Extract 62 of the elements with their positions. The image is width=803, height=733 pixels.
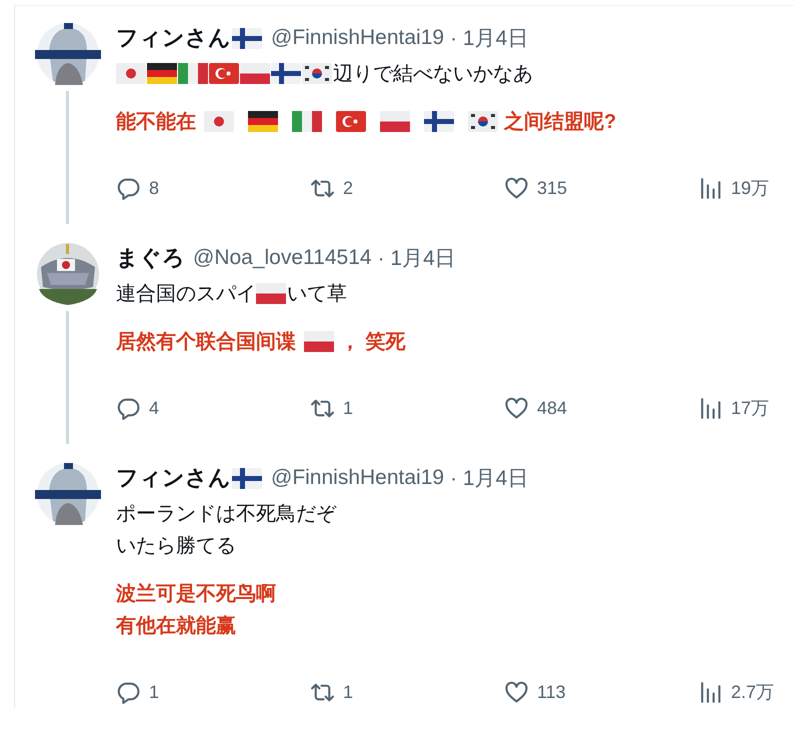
italian-flag-icon <box>292 110 322 132</box>
bar-chart-icon <box>698 176 723 200</box>
post-text: 連合国のスパイ <box>116 282 256 306</box>
views-button[interactable]: 17万 <box>698 392 770 424</box>
polish-flag-icon <box>240 62 270 84</box>
post-date[interactable]: · 1月4日 <box>378 244 456 272</box>
reply-button[interactable]: 1 <box>116 676 160 708</box>
turkish-flag-icon <box>209 62 239 84</box>
avatar[interactable] <box>35 21 101 87</box>
translation-text: 波兰可是不死鸟啊 <box>116 582 276 606</box>
speech-bubble-icon <box>116 176 141 200</box>
bar-chart-icon <box>698 680 723 704</box>
speech-bubble-icon <box>116 396 141 420</box>
german-flag-icon <box>147 62 177 84</box>
user-name[interactable]: まぐろ <box>116 243 185 273</box>
heart-icon <box>504 680 529 704</box>
like-button[interactable]: 484 <box>504 392 568 424</box>
polish-flag-icon <box>304 330 334 352</box>
retweet-button[interactable]: 1 <box>310 392 354 424</box>
reply-button[interactable]: 4 <box>116 392 160 424</box>
translation-text: 有他在就能赢 <box>116 614 236 638</box>
korean-flag-icon <box>468 110 498 132</box>
finnish-flag-icon <box>232 28 262 48</box>
heart-icon <box>504 396 529 420</box>
post-text: いて草 <box>287 282 347 306</box>
reply-button[interactable]: 8 <box>116 172 160 204</box>
views-button[interactable]: 2.7万 <box>698 676 774 708</box>
retweet-button[interactable]: 1 <box>310 676 354 708</box>
bar-chart-icon <box>698 396 723 420</box>
polish-flag-icon <box>380 110 410 132</box>
japanese-flag-icon <box>204 110 234 132</box>
views-button[interactable]: 19万 <box>698 172 770 204</box>
translation-text: ， 笑死 <box>340 330 406 354</box>
like-button[interactable]: 113 <box>504 676 566 708</box>
german-flag-icon <box>248 110 278 132</box>
user-handle[interactable]: @FinnishHentai19 <box>271 466 444 490</box>
korean-flag-icon <box>302 62 332 84</box>
user-handle[interactable]: @Noa_love114514 <box>193 246 372 270</box>
translation-text: 之间结盟呢? <box>504 110 616 134</box>
user-name[interactable]: フィンさん <box>116 463 231 493</box>
italian-flag-icon <box>178 62 208 84</box>
turkish-flag-icon <box>336 110 366 132</box>
finnish-flag-icon <box>271 62 301 84</box>
translation-text: 居然有个联合国间谍 <box>116 330 296 354</box>
avatar[interactable] <box>35 241 101 307</box>
finnish-flag-icon <box>424 110 454 132</box>
polish-flag-icon <box>256 282 286 304</box>
avatar[interactable] <box>35 461 101 527</box>
user-name[interactable]: フィンさん <box>116 23 231 53</box>
user-handle[interactable]: @FinnishHentai19 <box>271 26 444 50</box>
finnish-flag-icon <box>232 468 262 488</box>
post-text: ポーランドは不死鳥だぞ <box>116 502 336 526</box>
translation-text: 能不能在 <box>116 110 196 134</box>
post-text: 辺りで結べないかなあ <box>333 62 533 86</box>
post-date[interactable]: · 1月4日 <box>450 464 528 492</box>
retweet-button[interactable]: 2 <box>310 172 354 204</box>
like-button[interactable]: 315 <box>504 172 568 204</box>
japanese-flag-icon <box>116 62 146 84</box>
speech-bubble-icon <box>116 680 141 704</box>
post-text: いたら勝てる <box>116 534 236 558</box>
heart-icon <box>504 176 529 200</box>
post-date[interactable]: · 1月4日 <box>450 24 528 52</box>
